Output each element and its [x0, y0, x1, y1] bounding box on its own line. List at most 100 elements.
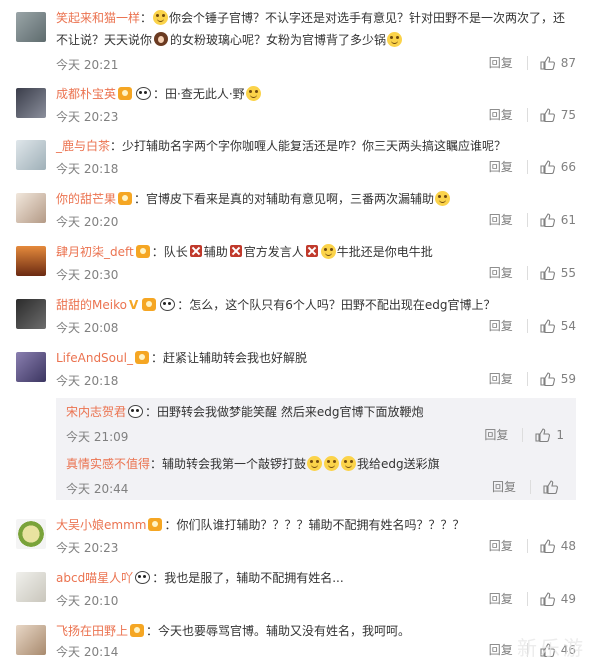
avatar[interactable] [16, 246, 46, 276]
comment-text: 辅助 [203, 245, 228, 259]
username[interactable]: 宋内志贺君 [66, 405, 126, 419]
reply-button[interactable]: 回复 [489, 592, 528, 606]
comment-text: ：你们队谁打辅助？？？？辅助不配拥有姓名吗？？？？ [164, 518, 465, 532]
like-count: 61 [560, 213, 576, 227]
thumbs-up-icon [540, 539, 555, 553]
timestamp: 今天 20:14 [56, 645, 119, 659]
username[interactable]: 你的甜芒果 [56, 192, 116, 206]
like-button[interactable]: 55 [540, 266, 576, 280]
comment-text: ：辅助转会我第一个敲锣打鼓 [150, 457, 307, 471]
grin-emoji-icon [307, 456, 323, 471]
timestamp: 今天 20:30 [56, 268, 119, 282]
comment-text: ：少打辅助名字两个字你咖喱人能复活还是咋？你三天两头搞这瞩应谁呢？ [110, 139, 507, 153]
like-button[interactable]: 54 [540, 319, 576, 333]
username[interactable]: 成都朴宝英 [56, 87, 116, 101]
like-count: 49 [560, 592, 576, 606]
like-button[interactable]: 1 [535, 428, 564, 442]
girl-emoji-icon [154, 32, 169, 46]
avatar[interactable] [16, 140, 46, 170]
like-button[interactable]: 48 [540, 539, 576, 553]
comment-item: _鹿与白茶：少打辅助名字两个字你咖喱人能复活还是咋？你三天两头搞这瞩应谁呢？ 今… [0, 136, 596, 180]
sub-reply-item: 真情实感不值得：辅助转会我第一个敲锣打鼓 我给edg送彩旗 今天 20:44 回复 [56, 454, 576, 500]
comment-text: 我给edg送彩旗 [357, 457, 440, 471]
red-x-icon [189, 245, 202, 257]
username[interactable]: 真情实感不值得 [66, 457, 150, 471]
avatar[interactable] [16, 12, 46, 42]
comment-text: ：田·查无此人·野 [153, 87, 245, 101]
sub-replies-box: 宋内志贺君 ：田野转会我做梦能笑醒 然后来edg官博下面放鞭炮 今天 21:09 … [56, 398, 576, 500]
comment-item: 肆月初柒_deft ：队长 辅助 官方发言人 牛批还是你电牛批 今天 20:30 回复 … [0, 242, 596, 286]
username[interactable]: abcd喵星人吖 [56, 571, 133, 585]
red-x-icon [305, 245, 318, 257]
reply-button[interactable]: 回复 [489, 160, 528, 174]
reply-button[interactable]: 回复 [492, 480, 531, 494]
comment-item: 飞扬在田野上 ：今天也要辱骂官博。辅助又没有姓名，我呵呵。 今天 20:14 回复… [0, 621, 596, 663]
username[interactable]: 笑起来和猫一样 [56, 11, 140, 25]
comment-text: 牛批还是你电牛批 [336, 245, 433, 259]
reply-button[interactable]: 回复 [484, 428, 524, 442]
comment-item: 你的甜芒果 ：官博皮下看来是真的对辅助有意见啊，三番两次漏辅助 今天 20:20 … [0, 189, 596, 233]
thumbs-up-icon [540, 108, 555, 122]
timestamp: 今天 20:23 [56, 110, 119, 124]
reply-button[interactable]: 回复 [489, 539, 528, 553]
like-button[interactable]: 87 [540, 56, 576, 70]
grin-emoji-icon [435, 191, 451, 206]
like-button[interactable]: 49 [540, 592, 576, 606]
member-badge-icon [142, 298, 157, 311]
username[interactable]: 肆月初柒_deft [56, 245, 134, 259]
avatar[interactable] [16, 299, 46, 329]
reply-button[interactable]: 回复 [489, 56, 528, 70]
like-button[interactable]: 59 [540, 372, 576, 386]
username[interactable]: 大吴小娘emmm [56, 518, 146, 532]
timestamp: 今天 20:18 [56, 374, 119, 388]
sub-reply-item: 宋内志贺君 ：田野转会我做梦能笑醒 然后来edg官博下面放鞭炮 今天 21:09 … [56, 402, 576, 448]
like-count: 87 [560, 56, 576, 70]
panda-badge-icon [160, 298, 176, 311]
comment-text: 你会个锤子官博？不认字还是对选手有意见？针对田野不是一次两次了，还 [169, 11, 566, 25]
thumbs-up-icon [540, 319, 555, 333]
avatar[interactable] [16, 193, 46, 223]
username[interactable]: 甜甜的Meiko [56, 298, 127, 312]
comment-item: LifeAndSoul_ ：赶紧让辅助转会我也好解脱 今天 20:18 回复 59 [0, 348, 596, 392]
timestamp: 今天 20:44 [66, 482, 129, 496]
like-count: 66 [560, 160, 576, 174]
reply-button[interactable]: 回复 [489, 108, 528, 122]
tired-emoji-icon [245, 86, 261, 101]
avatar[interactable] [16, 88, 46, 118]
thumbs-up-icon [540, 213, 555, 227]
username[interactable]: LifeAndSoul_ [56, 351, 133, 365]
comment-item: 甜甜的Meiko V ：怎么，这个队只有6个人吗？田野不配出现在edg官博上？ 今天… [0, 295, 596, 339]
username[interactable]: _鹿与白茶 [56, 139, 110, 153]
like-count: 59 [560, 372, 576, 386]
reply-button[interactable]: 回复 [489, 372, 528, 386]
timestamp: 今天 20:23 [56, 541, 119, 555]
avatar[interactable] [16, 625, 46, 655]
username[interactable]: 飞扬在田野上 [56, 624, 128, 638]
reply-button[interactable]: 回复 [489, 266, 528, 280]
like-button[interactable]: 61 [540, 213, 576, 227]
comment-text: ：今天也要辱骂官博。辅助又没有姓名，我呵呵。 [146, 624, 411, 638]
member-badge-icon [118, 192, 133, 205]
like-button[interactable]: 75 [540, 108, 576, 122]
thumbs-up-icon [540, 266, 555, 280]
comment-text: ：赶紧让辅助转会我也好解脱 [150, 351, 307, 365]
member-badge-icon [135, 245, 150, 258]
panda-badge-icon [128, 405, 144, 418]
like-button[interactable]: 66 [540, 160, 576, 174]
like-button[interactable] [543, 480, 564, 494]
like-count: 1 [556, 428, 564, 442]
thumbs-up-icon [540, 160, 555, 174]
thumbs-up-icon [540, 592, 555, 606]
avatar[interactable] [16, 572, 46, 602]
reply-button[interactable]: 回复 [489, 319, 528, 333]
comment-text: 不让说？天天说你 [56, 33, 153, 47]
avatar[interactable] [16, 352, 46, 382]
comment-item: 大吴小娘emmm ：你们队谁打辅助？？？？辅助不配拥有姓名吗？？？？ 今天 20:… [0, 515, 596, 559]
panda-badge-icon [135, 571, 151, 584]
reply-button[interactable]: 回复 [489, 213, 528, 227]
comment-text: ：怎么，这个队只有6个人吗？田野不配出现在edg官博上？ [177, 298, 496, 312]
comment-item: 笑起来和猫一样： 你会个锤子官博？不认字还是对选手有意见？针对田野不是一次两次了，… [0, 8, 596, 74]
thumbs-up-icon [543, 480, 558, 494]
grin-emoji-icon [324, 456, 340, 471]
avatar[interactable] [16, 519, 46, 549]
